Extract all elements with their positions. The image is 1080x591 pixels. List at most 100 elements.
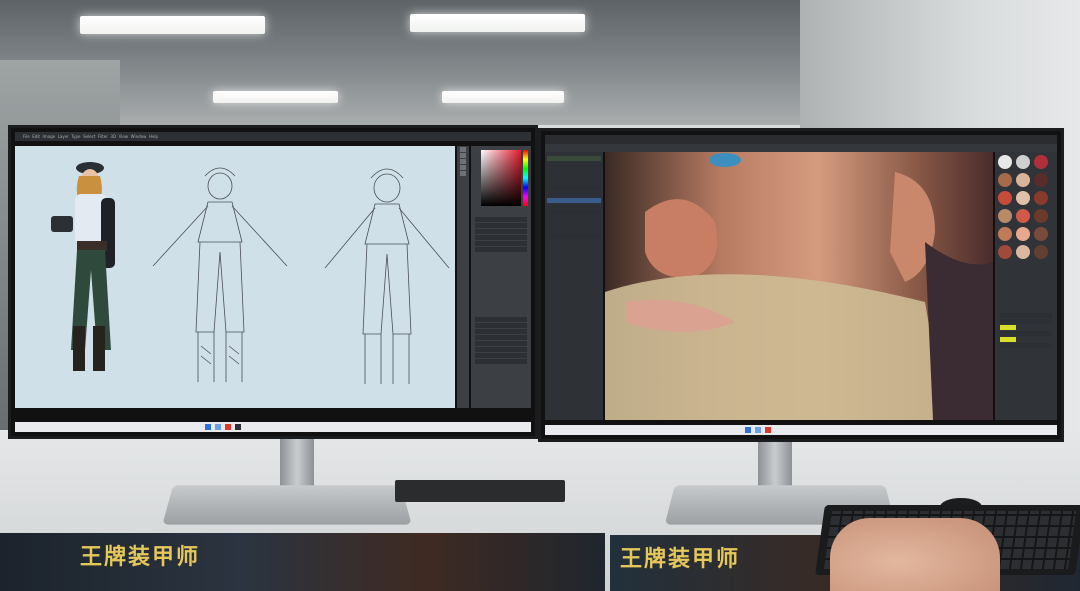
taskbar-app-icon[interactable]	[235, 424, 241, 430]
material-sphere[interactable]	[998, 209, 1012, 223]
outliner-row[interactable]	[547, 222, 601, 227]
character-turnaround	[51, 162, 450, 384]
outliner-row[interactable]	[547, 156, 601, 161]
outliner-row[interactable]	[547, 210, 601, 215]
layer-row[interactable]	[475, 317, 527, 322]
outliner-row[interactable]	[547, 162, 601, 167]
menu-edit[interactable]: Edit	[32, 134, 40, 139]
mousepad-logo-text: 王牌装甲师	[80, 545, 201, 570]
right-monitor	[538, 128, 1064, 442]
menu-bar: File Edit Image Layer Type Select Filter…	[15, 132, 531, 141]
outliner-row[interactable]	[547, 216, 601, 221]
right-panels	[471, 146, 531, 408]
ceiling-light	[410, 14, 585, 32]
layer-row[interactable]	[475, 353, 527, 358]
material-sphere[interactable]	[1016, 191, 1030, 205]
property-row[interactable]	[1000, 319, 1052, 324]
layers-panel	[473, 316, 529, 365]
menu-view[interactable]: View	[119, 134, 129, 139]
layer-row[interactable]	[475, 341, 527, 346]
panel-row[interactable]	[475, 247, 527, 252]
layer-row[interactable]	[475, 347, 527, 352]
start-icon[interactable]	[205, 424, 211, 430]
property-row[interactable]	[1000, 343, 1052, 348]
material-sphere[interactable]	[1034, 245, 1048, 259]
start-icon[interactable]	[745, 427, 751, 433]
material-sphere[interactable]	[1016, 227, 1030, 241]
menu-select[interactable]: Select	[83, 134, 95, 139]
taskbar	[15, 422, 531, 432]
brush-icon[interactable]	[460, 153, 466, 158]
material-sphere[interactable]	[998, 155, 1012, 169]
outliner-row[interactable]	[547, 234, 601, 239]
property-row[interactable]	[1000, 313, 1052, 318]
outliner-row[interactable]	[547, 204, 601, 209]
layer-row[interactable]	[475, 335, 527, 340]
material-panel	[995, 152, 1057, 420]
material-sphere[interactable]	[998, 245, 1012, 259]
tool-strip	[457, 146, 469, 408]
toolbar	[545, 144, 1057, 152]
menu-labels: File Edit Image Layer Type Select Filter…	[15, 132, 531, 141]
back-lineart	[324, 168, 450, 384]
outliner-row[interactable]	[547, 186, 601, 191]
panel-row[interactable]	[475, 241, 527, 246]
outliner-row[interactable]	[547, 192, 601, 197]
menu-layer[interactable]: Layer	[58, 134, 69, 139]
material-sphere[interactable]	[998, 227, 1012, 241]
panel-row[interactable]	[475, 223, 527, 228]
3d-viewport[interactable]	[605, 152, 993, 420]
material-sphere[interactable]	[1034, 191, 1048, 205]
layer-row[interactable]	[475, 329, 527, 334]
outliner-row[interactable]	[547, 180, 601, 185]
mousepad-left: 王牌装甲师	[0, 533, 605, 591]
drawing-canvas[interactable]	[15, 146, 455, 408]
menu-help[interactable]: Help	[149, 134, 158, 139]
layer-row[interactable]	[475, 323, 527, 328]
panel-row[interactable]	[475, 217, 527, 222]
menu-type[interactable]: Type	[71, 134, 80, 139]
hue-slider[interactable]	[523, 150, 528, 206]
outliner-row[interactable]	[547, 228, 601, 233]
material-sphere[interactable]	[1034, 173, 1048, 187]
menu-bar	[545, 135, 1057, 144]
color-swatch[interactable]	[1000, 337, 1016, 342]
outliner-rows	[545, 152, 603, 239]
menu-file[interactable]: File	[23, 134, 30, 139]
material-sphere[interactable]	[1016, 245, 1030, 259]
material-sphere[interactable]	[1016, 173, 1030, 187]
taskbar-app-icon[interactable]	[225, 424, 231, 430]
outliner-row[interactable]	[547, 174, 601, 179]
taskbar-app-icon[interactable]	[215, 424, 221, 430]
property-row[interactable]	[1000, 331, 1052, 336]
color-swatch[interactable]	[1000, 325, 1016, 330]
menu-filter[interactable]: Filter	[98, 134, 108, 139]
eraser-icon[interactable]	[460, 159, 466, 164]
beard	[605, 274, 945, 420]
material-properties	[998, 312, 1054, 349]
taskbar-app-icon[interactable]	[755, 427, 761, 433]
move-icon[interactable]	[460, 147, 466, 152]
material-sphere[interactable]	[1034, 209, 1048, 223]
material-sphere[interactable]	[1016, 155, 1030, 169]
taskbar-app-icon[interactable]	[765, 427, 771, 433]
menu-3d[interactable]: 3D	[110, 134, 116, 139]
material-sphere[interactable]	[1016, 209, 1030, 223]
material-sphere[interactable]	[998, 173, 1012, 187]
color-picker[interactable]	[481, 150, 521, 206]
material-sphere[interactable]	[1034, 155, 1048, 169]
layer-row[interactable]	[475, 359, 527, 364]
mousepad-logo-text: 王牌装甲师	[620, 547, 741, 572]
cable-tray	[395, 480, 565, 502]
outliner-row-selected[interactable]	[547, 198, 601, 203]
zoom-icon[interactable]	[460, 165, 466, 170]
outliner-row[interactable]	[547, 168, 601, 173]
ceiling-light	[442, 91, 564, 103]
menu-image[interactable]: Image	[43, 134, 56, 139]
material-sphere[interactable]	[1034, 227, 1048, 241]
material-sphere[interactable]	[998, 191, 1012, 205]
panel-row[interactable]	[475, 229, 527, 234]
menu-window[interactable]: Window	[131, 134, 147, 139]
panel-row[interactable]	[475, 235, 527, 240]
hand-icon[interactable]	[460, 171, 466, 176]
